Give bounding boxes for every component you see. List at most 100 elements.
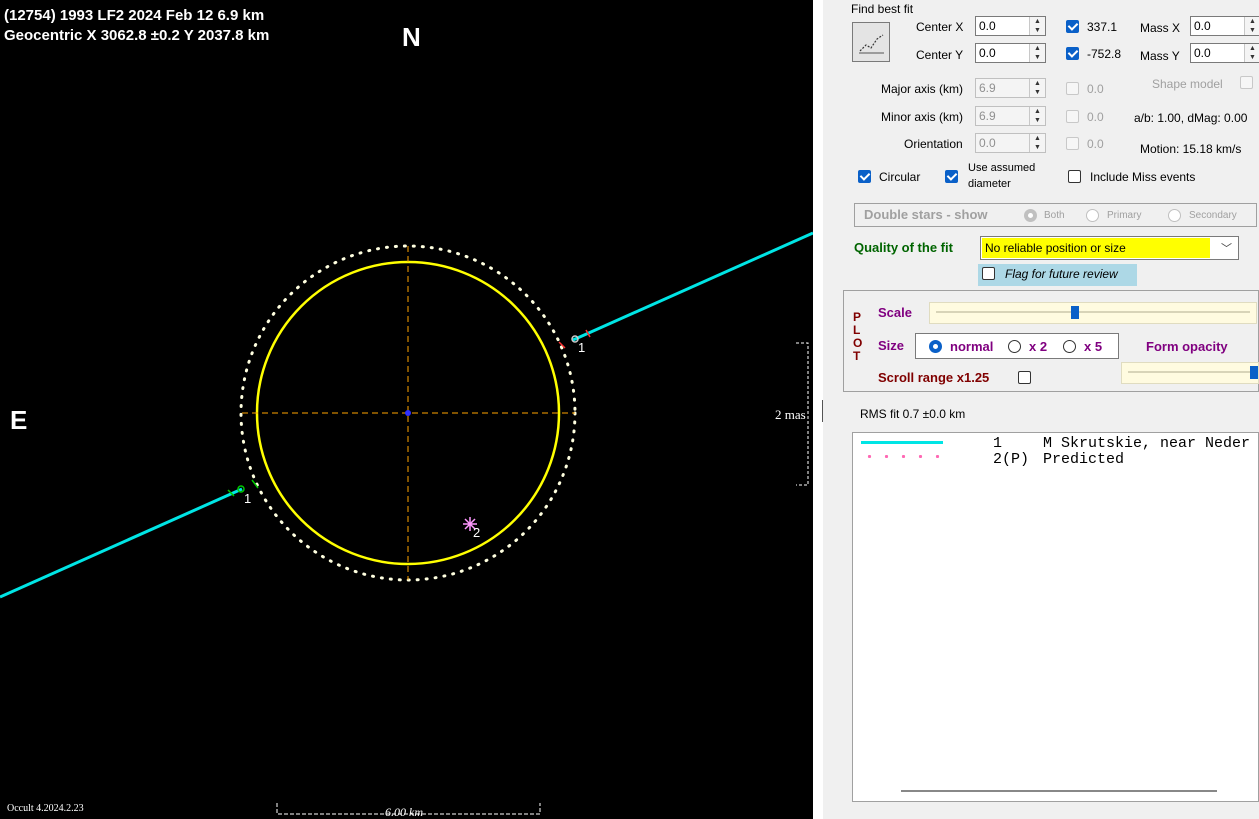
mas-scale-label: 2 mas (775, 407, 806, 422)
find-best-fit-label: Find best fit (851, 2, 914, 16)
chevron-down-icon: ﹀ (1221, 243, 1232, 255)
center-y-fit-checkbox[interactable] (1066, 47, 1079, 60)
center-point (405, 410, 411, 416)
diameter-label: diameter (968, 178, 1011, 190)
form-opacity-label: Form opacity (1146, 339, 1228, 354)
center-y-fit-value: -752.8 (1087, 47, 1122, 61)
event-title: (12754) 1993 LF2 2024 Feb 12 6.9 km (4, 7, 265, 24)
major-axis-fit-checkbox[interactable] (1066, 82, 1079, 95)
major-axis-input[interactable]: 6.9 ▲ ▼ (975, 78, 1046, 98)
double-stars-secondary-radio[interactable] (1168, 209, 1181, 222)
include-miss-label: Include Miss events (1090, 170, 1196, 184)
size-x2-label: x 2 (1029, 339, 1048, 354)
double-stars-both-radio[interactable] (1024, 209, 1037, 222)
spin-arrows-icon: ▲ ▼ (1029, 134, 1045, 152)
center-x-input[interactable]: 0.0 ▲ ▼ (975, 16, 1046, 36)
chord-list[interactable]: 1 M Skrutskie, near Neder 2(P) Predicted (852, 432, 1259, 802)
minor-axis-label: Minor axis (km) (881, 110, 964, 124)
km-scale-label: 6.00 km (385, 805, 423, 819)
plot-letter-l: L (853, 323, 861, 337)
major-axis-fit-value: 0.0 (1087, 82, 1104, 96)
quality-value: No reliable position or size (985, 241, 1126, 255)
version-label: Occult 4.2024.2.23 (7, 803, 84, 814)
minor-axis-input[interactable]: 6.9 ▲ ▼ (975, 106, 1046, 126)
size-normal-label: normal (950, 339, 994, 354)
ab-dmag-label: a/b: 1.00, dMag: 0.00 (1134, 111, 1248, 125)
list-item[interactable]: 1 M Skrutskie, near Neder (853, 435, 1258, 452)
predicted-label: 2 (473, 525, 481, 540)
orientation-label: Orientation (904, 137, 963, 151)
occultation-plot[interactable]: (12754) 1993 LF2 2024 Feb 12 6.9 km Geoc… (0, 0, 813, 819)
shape-model-label: Shape model (1152, 77, 1223, 91)
double-stars-both-label: Both (1044, 210, 1065, 221)
observer-name: Predicted (1043, 451, 1125, 468)
rms-fit-label: RMS fit 0.7 ±0.0 km (860, 407, 966, 421)
orientation-fit-value: 0.0 (1087, 137, 1104, 151)
chord-1-west (0, 487, 243, 599)
horizontal-scrollbar[interactable] (901, 790, 1217, 792)
plot-letter-t: T (853, 349, 861, 363)
scroll-range-label: Scroll range x1.25 (878, 370, 990, 385)
spin-arrows-icon: ▲ ▼ (1244, 44, 1259, 62)
chord-1-east (572, 231, 813, 342)
orientation-fit-checkbox[interactable] (1066, 137, 1079, 150)
spin-arrows-icon: ▲ ▼ (1029, 79, 1045, 97)
opacity-slider-thumb[interactable] (1250, 366, 1258, 379)
geocentric-coordinates: Geocentric X 3062.8 ±0.2 Y 2037.8 km (4, 27, 270, 44)
mass-x-input[interactable]: 0.0 ▲ ▼ (1190, 16, 1259, 36)
chord-1-west-markers (227, 479, 259, 497)
mass-y-label: Mass Y (1140, 49, 1180, 63)
flag-review-checkbox[interactable] (982, 267, 995, 280)
chart-icon (859, 34, 884, 54)
size-x5-radio[interactable] (1063, 340, 1076, 353)
circular-checkbox[interactable] (858, 170, 871, 183)
list-item[interactable]: 2(P) Predicted (853, 451, 1258, 468)
motion-label: Motion: 15.18 km/s (1140, 142, 1242, 156)
scale-label: Scale (878, 305, 912, 320)
quality-label: Quality of the fit (854, 240, 953, 255)
mass-y-input[interactable]: 0.0 ▲ ▼ (1190, 43, 1259, 63)
spin-arrows-icon: ▲ ▼ (1244, 17, 1259, 35)
center-x-fit-value: 337.1 (1087, 20, 1118, 34)
double-stars-primary-radio[interactable] (1086, 209, 1099, 222)
mass-x-label: Mass X (1140, 21, 1181, 35)
predicted-dots-swatch (861, 455, 945, 458)
size-x5-label: x 5 (1084, 339, 1103, 354)
chord-label-west: 1 (244, 491, 252, 506)
center-x-label: Center X (916, 20, 964, 34)
scale-slider[interactable] (929, 302, 1257, 324)
east-label: E (10, 405, 28, 435)
circular-label: Circular (879, 170, 921, 184)
major-axis-label: Major axis (km) (881, 82, 964, 96)
center-x-fit-checkbox[interactable] (1066, 20, 1079, 33)
center-y-label: Center Y (916, 48, 964, 62)
double-stars-label: Double stars - show (864, 207, 988, 222)
quality-select[interactable]: No reliable position or size ﹀ (980, 236, 1239, 260)
use-assumed-diameter-checkbox[interactable] (945, 170, 958, 183)
north-label: N (402, 22, 421, 52)
double-stars-secondary-label: Secondary (1189, 210, 1237, 221)
use-assumed-label: Use assumed (968, 162, 1036, 174)
size-normal-radio[interactable] (929, 340, 942, 353)
plot-letter-o: O (853, 336, 863, 350)
chord-line-swatch (861, 441, 943, 444)
minor-axis-fit-checkbox[interactable] (1066, 110, 1079, 123)
size-x2-radio[interactable] (1008, 340, 1021, 353)
scale-slider-thumb[interactable] (1071, 306, 1079, 319)
form-opacity-slider[interactable] (1121, 362, 1259, 384)
orientation-input[interactable]: 0.0 ▲ ▼ (975, 133, 1046, 153)
spin-arrows-icon: ▲ ▼ (1029, 107, 1045, 125)
control-panel: Find best fit Center X 0.0 ▲ ▼ 337.1 Mass … (823, 0, 1259, 819)
minor-axis-fit-value: 0.0 (1087, 110, 1104, 124)
include-miss-checkbox[interactable] (1068, 170, 1081, 183)
find-best-fit-button[interactable] (852, 22, 890, 62)
scroll-range-checkbox[interactable] (1018, 371, 1031, 384)
chord-label-east: 1 (578, 340, 586, 355)
plot-letter-p: P (853, 310, 862, 324)
spin-arrows-icon: ▲ ▼ (1029, 17, 1045, 35)
chord-number: 1 (993, 435, 1003, 452)
observer-name: M Skrutskie, near Neder (1043, 435, 1251, 452)
shape-model-checkbox[interactable] (1240, 76, 1253, 89)
flag-review-label: Flag for future review (1005, 267, 1118, 281)
center-y-input[interactable]: 0.0 ▲ ▼ (975, 43, 1046, 63)
